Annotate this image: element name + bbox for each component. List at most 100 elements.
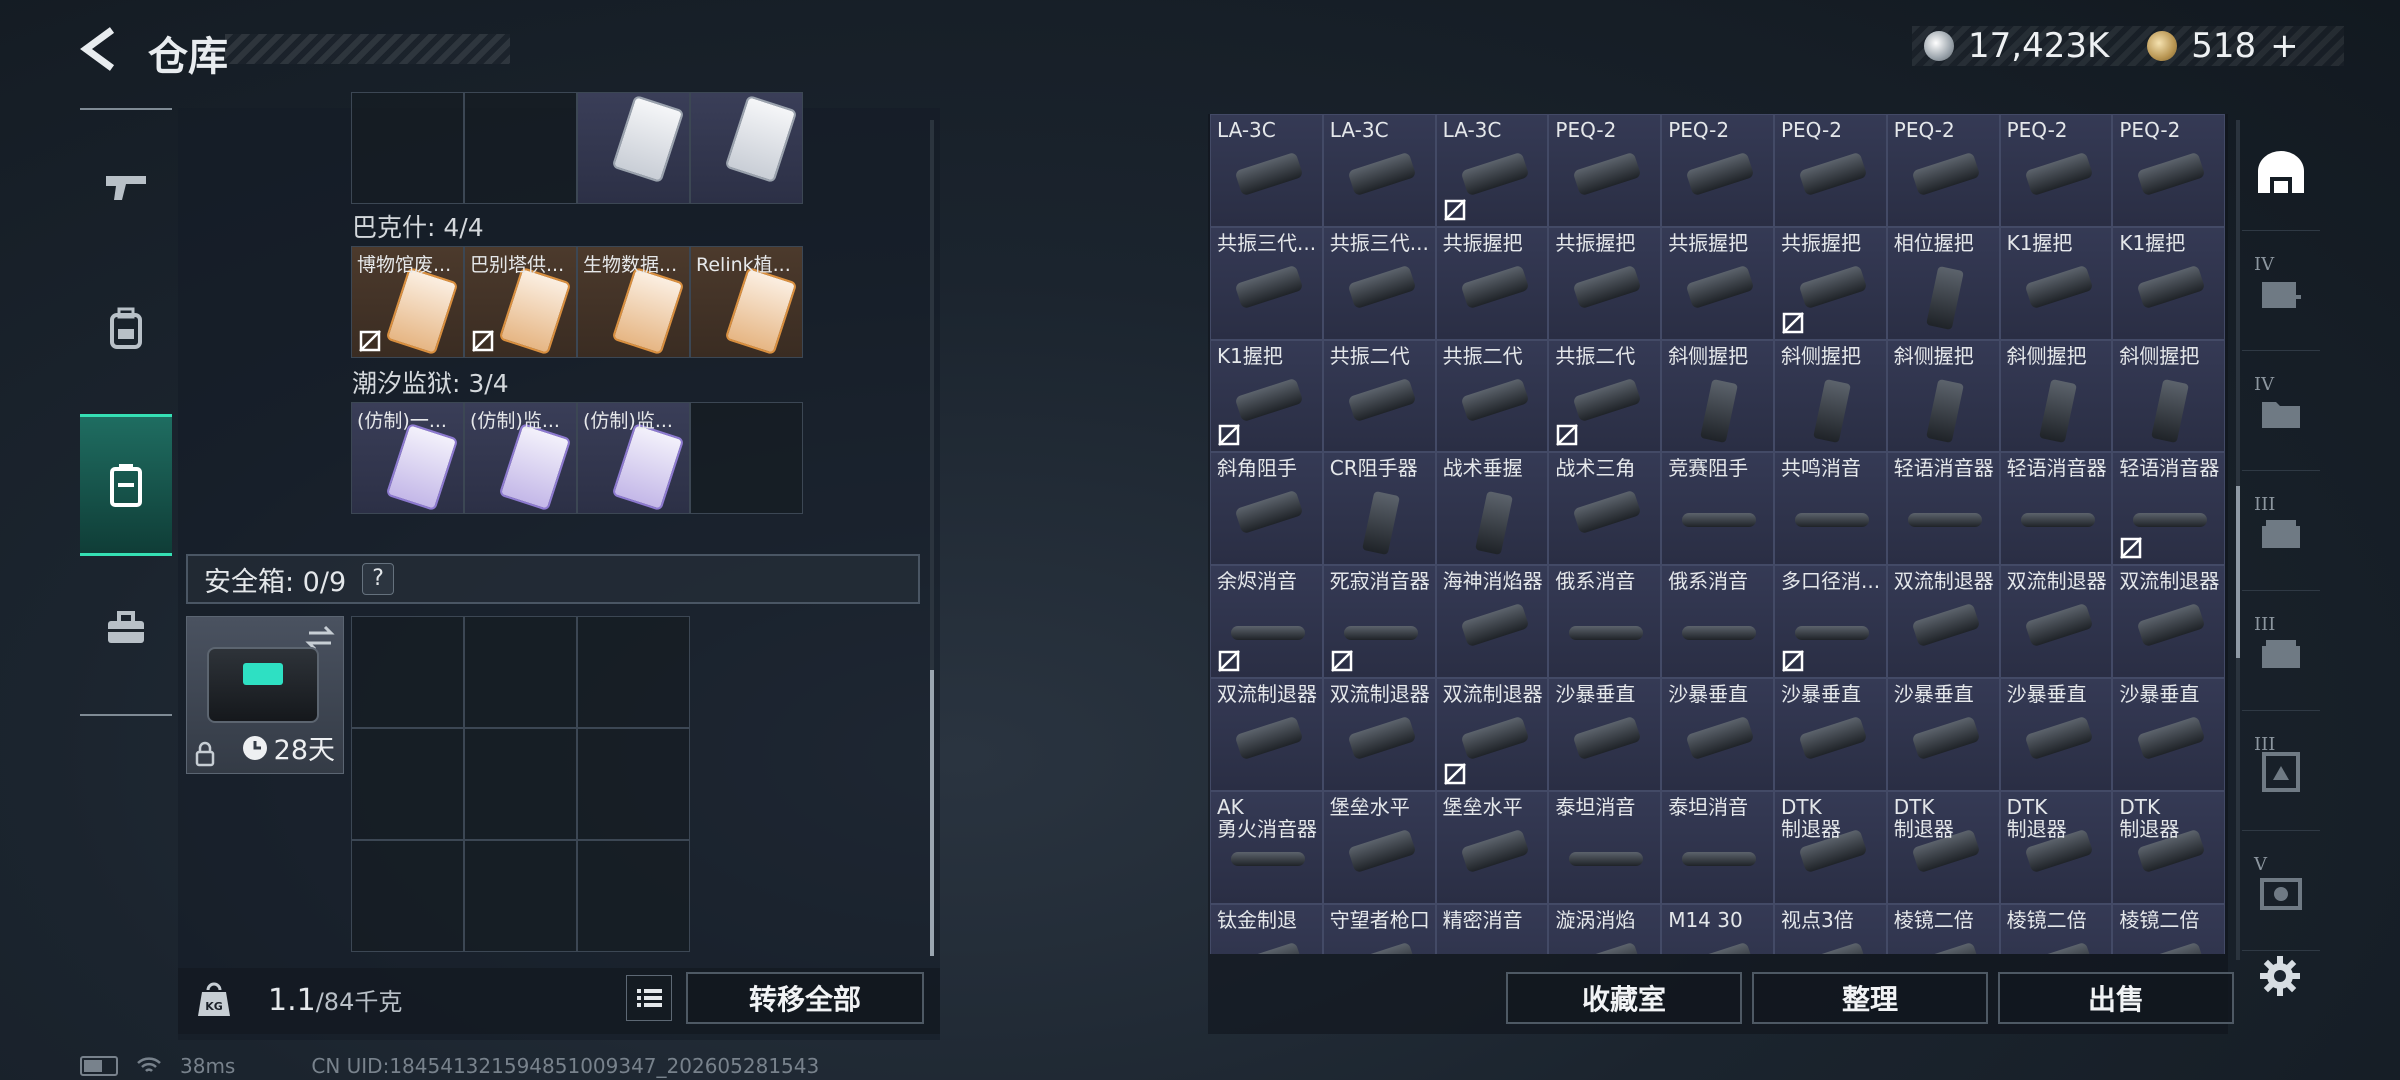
inventory-item[interactable]: 轻语消音器 [2112, 452, 2226, 566]
inventory-item[interactable]: 棱镜二倍 [1999, 903, 2113, 954]
inventory-item[interactable]: 泰坦消音 [1661, 790, 1774, 904]
grid-slot[interactable] [464, 92, 577, 204]
inventory-item[interactable]: 棱镜二倍 [2112, 903, 2226, 954]
grid-slot[interactable] [351, 616, 464, 728]
inventory-item[interactable]: PEQ-2 [1548, 114, 1662, 227]
tab-weapons[interactable] [80, 120, 172, 256]
inventory-item[interactable]: 沙暴垂直 [1999, 677, 2113, 791]
inventory-item[interactable]: 双流制退器 [1435, 677, 1549, 791]
grid-slot[interactable] [690, 402, 803, 514]
tab-documents[interactable]: IV [2242, 354, 2320, 471]
inventory-item[interactable]: K1握把 [1210, 339, 1323, 453]
inventory-item[interactable]: 泰坦消音 [1548, 790, 1662, 904]
inventory-item[interactable]: DTK 制退器 [1886, 790, 2000, 904]
inventory-item[interactable]: LA-3C [1210, 114, 1323, 227]
inventory-item[interactable]: 轻语消音器 [1886, 452, 2000, 566]
inventory-item[interactable]: 沙暴垂直 [1661, 677, 1774, 791]
list-view-button[interactable] [626, 975, 672, 1021]
inventory-item[interactable]: 斜侧握把 [1773, 339, 1887, 453]
inventory-item[interactable]: 守望者枪口 [1322, 903, 1436, 954]
inventory-item[interactable]: 沙暴垂直 [2112, 677, 2226, 791]
inventory-item[interactable]: LA-3C [1322, 114, 1436, 227]
inventory-item[interactable]: 竞赛阻手 [1661, 452, 1774, 566]
inventory-item[interactable]: 多口径消... [1773, 565, 1887, 678]
inventory-item[interactable]: 斜侧握把 [2112, 339, 2226, 453]
inventory-item[interactable]: DTK 制退器 [2112, 790, 2226, 904]
inventory-item[interactable]: 共振握把 [1548, 226, 1662, 340]
inventory-item[interactable]: 沙暴垂直 [1548, 677, 1662, 791]
tab-storage-main[interactable] [2242, 114, 2320, 231]
inventory-item[interactable]: LA-3C [1435, 114, 1549, 227]
inventory-item[interactable]: 余烬消音 [1210, 565, 1323, 678]
inventory-item[interactable]: PEQ-2 [1886, 114, 2000, 227]
grid-slot[interactable] [351, 840, 464, 952]
tab-equipment[interactable] [80, 260, 172, 396]
collection-item[interactable]: 博物馆废... [351, 246, 464, 358]
grid-slot[interactable] [464, 616, 577, 728]
transfer-all-button[interactable]: 转移全部 [686, 972, 924, 1024]
inventory-item[interactable]: DTK 制退器 [1999, 790, 2113, 904]
collection-item[interactable]: (仿制)监... [577, 402, 690, 514]
inventory-item[interactable]: 共振二代 [1435, 339, 1549, 453]
inventory-item[interactable]: 轻语消音器 [1999, 452, 2113, 566]
inventory-item[interactable]: 共振握把 [1773, 226, 1887, 340]
inventory-item[interactable]: 双流制退器 [1210, 677, 1323, 791]
grid-slot[interactable] [577, 616, 690, 728]
inventory-item[interactable]: 共振三代... [1322, 226, 1436, 340]
inventory-item[interactable]: 双流制退器 [1999, 565, 2113, 678]
inventory-item[interactable]: 视点3倍 [1773, 903, 1887, 954]
tab-safe[interactable]: V [2242, 834, 2320, 951]
inventory-item[interactable]: 共鸣消音 [1773, 452, 1887, 566]
collection-item[interactable]: (仿制)监... [464, 402, 577, 514]
inventory-item[interactable]: AK 勇火消音器 [1210, 790, 1323, 904]
inventory-item[interactable]: PEQ-2 [2112, 114, 2226, 227]
back-arrow-icon[interactable] [78, 26, 124, 72]
inventory-item[interactable]: K1握把 [1999, 226, 2113, 340]
inventory-item[interactable]: CR阻手器 [1322, 452, 1436, 566]
inventory-item[interactable]: 海神消焰器 [1435, 565, 1549, 678]
inventory-item[interactable]: 相位握把 [1886, 226, 2000, 340]
grid-slot[interactable] [351, 92, 464, 204]
scrollbar-thumb[interactable] [930, 670, 934, 956]
tab-containers[interactable] [80, 414, 172, 556]
grid-slot[interactable] [351, 728, 464, 840]
collection-item[interactable]: Relink植... [690, 246, 803, 358]
inventory-item[interactable]: PEQ-2 [1773, 114, 1887, 227]
add-currency-button[interactable]: + [2270, 26, 2299, 66]
inventory-item[interactable]: 共振三代... [1210, 226, 1323, 340]
inventory-item[interactable]: 共振握把 [1661, 226, 1774, 340]
collection-item[interactable]: 生物数据... [577, 246, 690, 358]
inventory-item[interactable]: 俄系消音 [1661, 565, 1774, 678]
organize-button[interactable]: 整理 [1752, 972, 1988, 1024]
inventory-item[interactable]: 斜侧握把 [1999, 339, 2113, 453]
scrollbar-thumb[interactable] [2236, 486, 2240, 658]
inventory-item[interactable]: 斜角阻手 [1210, 452, 1323, 566]
inventory-item[interactable]: 共振二代 [1548, 339, 1662, 453]
tab-medical[interactable]: IV [2242, 234, 2320, 351]
inventory-item[interactable]: 俄系消音 [1548, 565, 1662, 678]
inventory-item[interactable]: 钛金制退 [1210, 903, 1323, 954]
inventory-item[interactable]: 棱镜二倍 [1886, 903, 2000, 954]
tab-weapon-rack-2[interactable]: III [2242, 594, 2320, 711]
inventory-item[interactable]: 双流制退器 [2112, 565, 2226, 678]
collection-item[interactable]: (仿制)一... [351, 402, 464, 514]
tab-frame[interactable]: III [2242, 714, 2320, 831]
collection-item[interactable] [577, 92, 690, 204]
sell-button[interactable]: 出售 [1998, 972, 2234, 1024]
inventory-item[interactable]: K1握把 [2112, 226, 2226, 340]
inventory-item[interactable]: 战术三角 [1548, 452, 1662, 566]
inventory-item[interactable]: DTK 制退器 [1773, 790, 1887, 904]
inventory-item[interactable]: 共振二代 [1322, 339, 1436, 453]
collection-item[interactable]: 巴别塔供... [464, 246, 577, 358]
gear-icon[interactable] [2258, 954, 2302, 998]
inventory-item[interactable]: M14 30 [1661, 903, 1774, 954]
inventory-item[interactable]: 斜侧握把 [1886, 339, 2000, 453]
grid-slot[interactable] [464, 728, 577, 840]
inventory-item[interactable]: PEQ-2 [1661, 114, 1774, 227]
grid-slot[interactable] [464, 840, 577, 952]
inventory-item[interactable]: 漩涡消焰 [1548, 903, 1662, 954]
grid-slot[interactable] [577, 728, 690, 840]
safe-box-item[interactable]: 28天 [186, 616, 344, 774]
tab-tools[interactable] [80, 560, 172, 696]
inventory-item[interactable]: 双流制退器 [1886, 565, 2000, 678]
